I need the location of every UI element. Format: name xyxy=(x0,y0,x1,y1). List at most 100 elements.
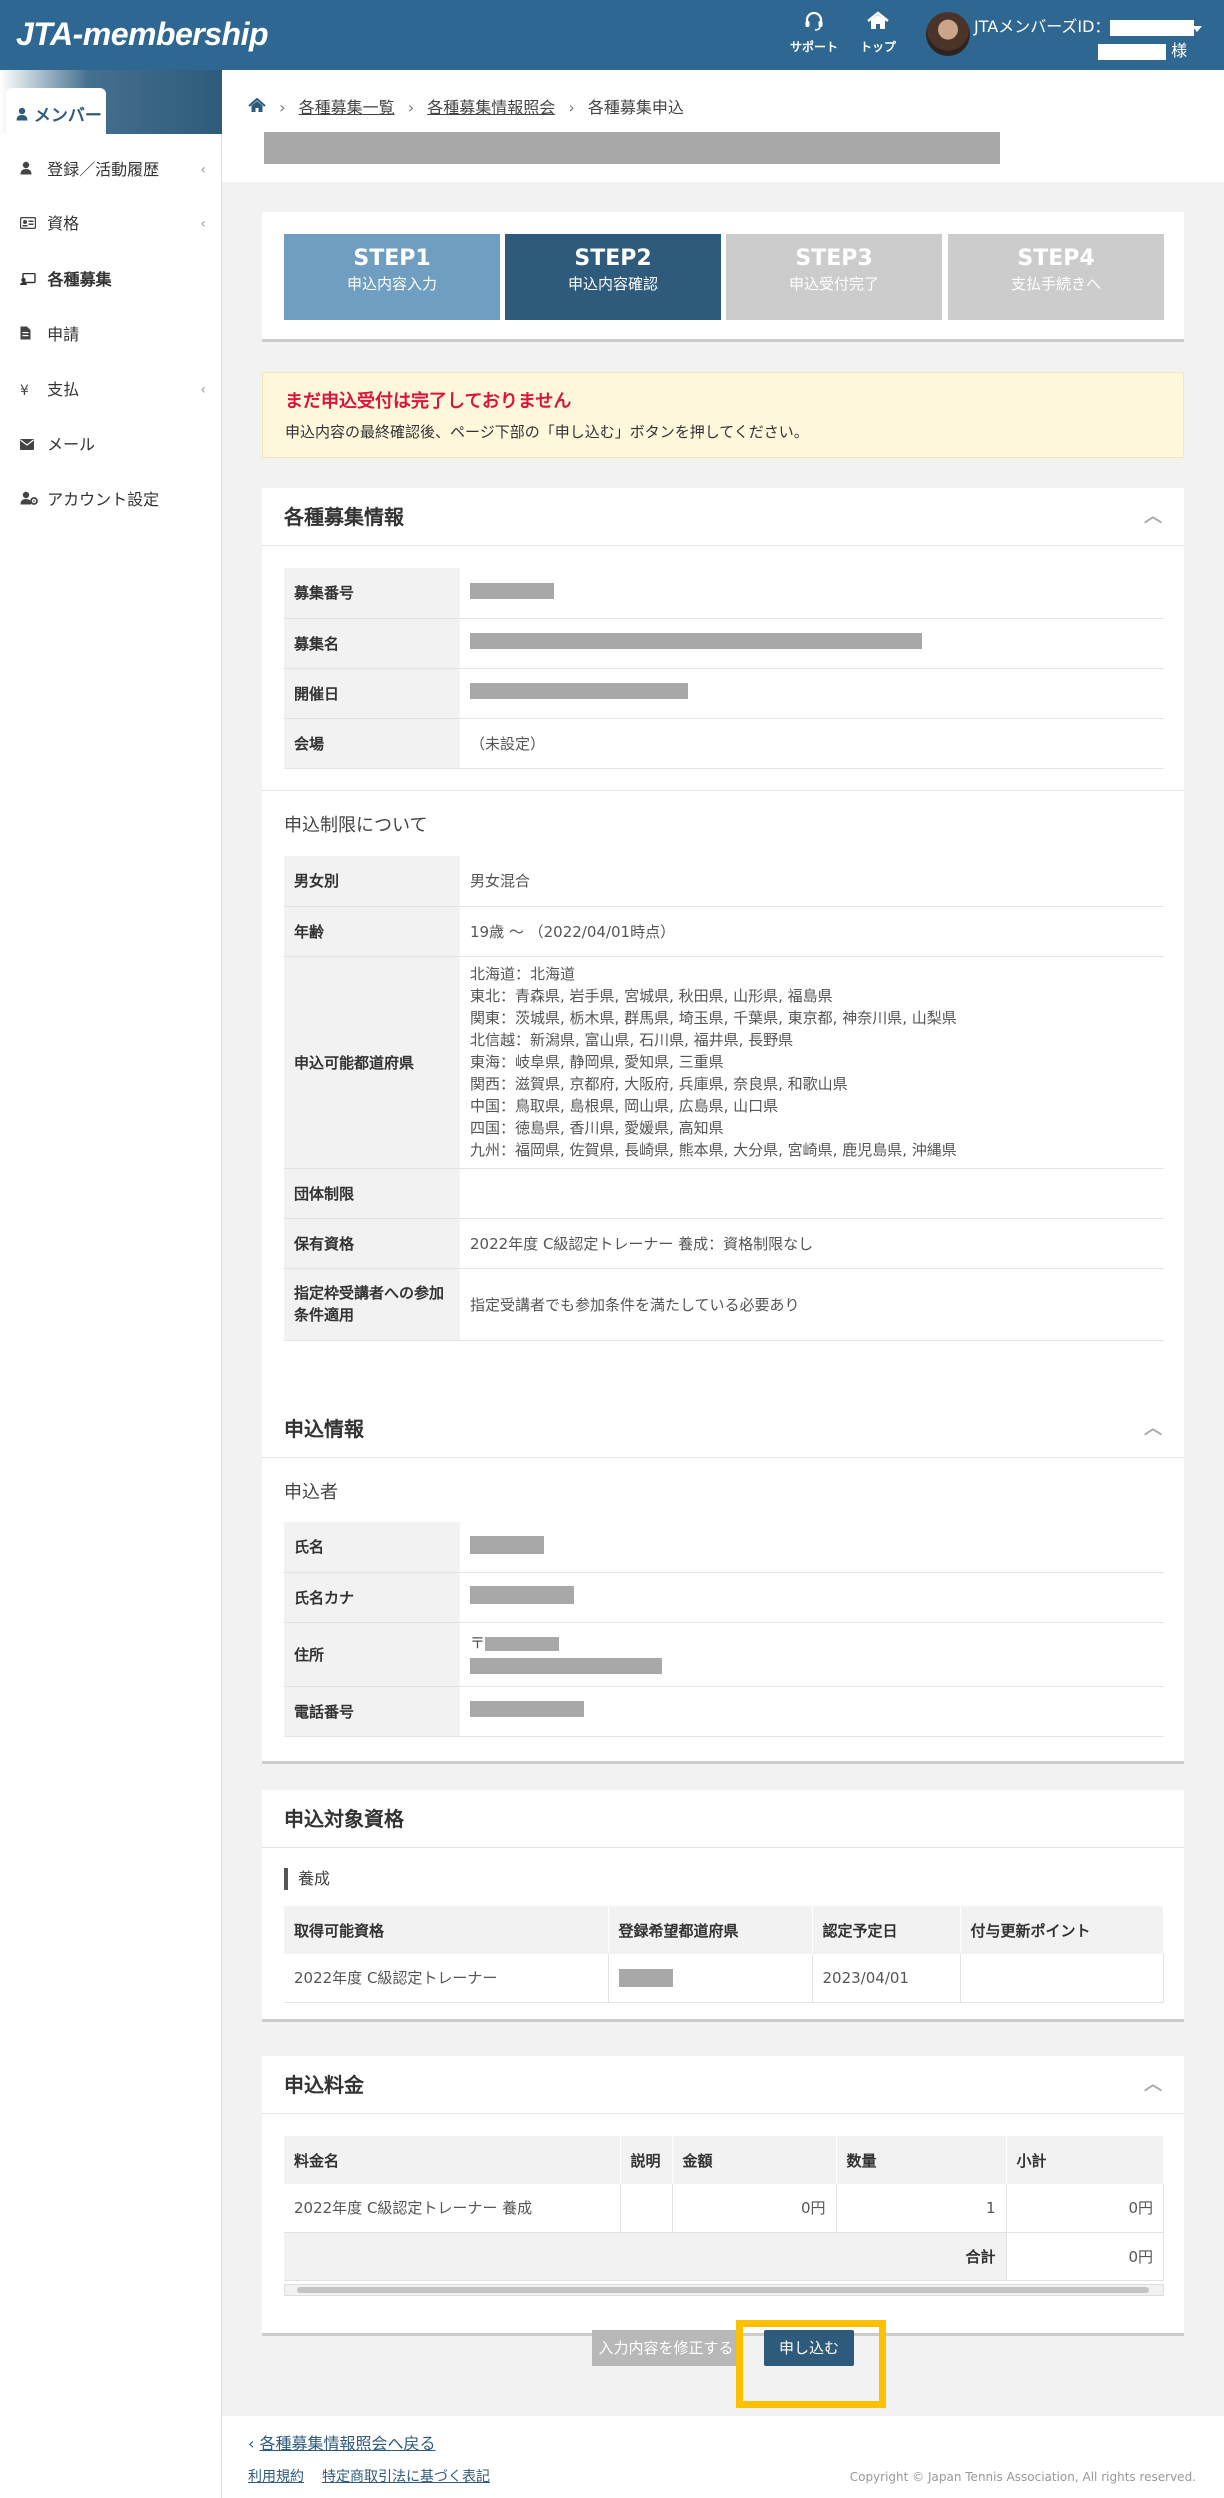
sidebar-item-label: 各種募集 xyxy=(47,270,112,289)
row-label: 申込可能都道府県 xyxy=(284,956,460,1169)
cell-prefecture xyxy=(608,1954,813,2003)
horizontal-scrollbar[interactable] xyxy=(284,2284,1164,2296)
column-header: 説明 xyxy=(620,2136,673,2184)
row-label: 団体制限 xyxy=(284,1168,460,1219)
table-row: 氏名カナ xyxy=(284,1572,1164,1623)
home-icon[interactable] xyxy=(248,97,266,117)
table-row: 年齢 19歳 ～ （2022/04/01時点） xyxy=(284,906,1164,957)
applicant-table: 氏名 氏名カナ 住所 〒 電話番号 xyxy=(284,1522,1164,1737)
cell-date: 2023/04/01 xyxy=(812,1954,961,2003)
column-header: 数量 xyxy=(836,2136,1007,2184)
envelope-icon xyxy=(20,426,42,466)
row-label: 募集名 xyxy=(284,618,460,669)
sidebar-item-payment[interactable]: ¥ 支払 ‹ xyxy=(0,370,222,410)
sidebar-item-label: メール xyxy=(47,435,96,454)
top-button[interactable]: トップ xyxy=(846,10,910,55)
member-id-redacted xyxy=(1110,19,1195,36)
table-row: 男女別 男女混合 xyxy=(284,856,1164,907)
honorific: 様 xyxy=(1171,41,1188,60)
chevron-up-icon[interactable]: ︿ xyxy=(1144,488,1162,546)
headset-icon xyxy=(782,10,846,38)
page-title-redacted xyxy=(264,132,1000,164)
member-id: JTAメンバーズID： xyxy=(974,13,1195,37)
table-row: 住所 〒 xyxy=(284,1622,1164,1687)
postal-line: 〒 xyxy=(470,1632,1154,1654)
sidebar-item-label: 支払 xyxy=(47,380,80,399)
table-header-row: 取得可能資格 登録希望都道府県 認定予定日 付与更新ポイント xyxy=(284,1906,1164,1954)
fee-table: 料金名 説明 金額 数量 小計 2022年度 C級認定トレーナー 養成 0円 1… xyxy=(284,2136,1164,2281)
row-value: 2022年度 C級認定トレーナー 養成：資格制限なし xyxy=(460,1218,1164,1269)
row-label: 住所 xyxy=(284,1622,460,1687)
row-label: 電話番号 xyxy=(284,1686,460,1737)
prefecture-list: 北海道：北海道 東北：青森県, 岩手県, 宮城県, 秋田県, 山形県, 福島県 … xyxy=(460,956,1164,1169)
sidebar-item-application[interactable]: 申請 xyxy=(0,315,222,355)
chevron-left-icon: ‹ xyxy=(248,2434,260,2453)
row-label: 開催日 xyxy=(284,668,460,719)
row-label: 氏名 xyxy=(284,1522,460,1573)
redacted-value xyxy=(470,683,688,699)
terms-link[interactable]: 利用規約 xyxy=(248,2466,304,2486)
step-subtitle: 支払手続きへ xyxy=(1010,275,1101,293)
cell-amount: 0円 xyxy=(672,2184,837,2233)
row-value xyxy=(460,1522,1164,1573)
row-value xyxy=(460,618,1164,669)
table-row: 会場 （未設定） xyxy=(284,718,1164,769)
table-row: 氏名 xyxy=(284,1522,1164,1573)
row-label: 男女別 xyxy=(284,856,460,907)
step-1: STEP1 申込内容入力 xyxy=(284,234,500,320)
sidebar-item-mail[interactable]: メール xyxy=(0,425,222,465)
breadcrumb-separator: › xyxy=(568,98,575,117)
breadcrumb-recruit-info[interactable]: 各種募集情報照会 xyxy=(427,98,555,117)
breadcrumb: › 各種募集一覧 › 各種募集情報照会 › 各種募集申込 xyxy=(248,94,684,118)
limits-table: 男女別 男女混合 年齢 19歳 ～ （2022/04/01時点） 申込可能都道府… xyxy=(284,856,1164,1341)
user-icon xyxy=(16,106,34,126)
copyright: Copyright © Japan Tennis Association, Al… xyxy=(849,2470,1196,2484)
column-header: 認定予定日 xyxy=(812,1906,961,1954)
redacted-value xyxy=(470,1586,574,1604)
chevron-left-icon: ‹ xyxy=(200,216,206,232)
table-row: 開催日 xyxy=(284,668,1164,719)
column-header: 付与更新ポイント xyxy=(960,1906,1164,1954)
row-value xyxy=(460,1168,1164,1219)
row-value: （未設定） xyxy=(460,718,1164,769)
chevron-up-icon[interactable]: ︿ xyxy=(1144,2056,1162,2114)
target-qualification-card: 申込対象資格 養成 取得可能資格 登録希望都道府県 認定予定日 付与更新ポイント… xyxy=(262,1790,1184,2022)
prefecture-line: 東海：岐阜県, 静岡県, 愛知県, 三重県 xyxy=(470,1053,724,1071)
account-dropdown-icon[interactable] xyxy=(1192,26,1202,32)
warning-alert: まだ申込受付は完了しておりません 申込内容の最終確認後、ページ下部の「申し込む」… xyxy=(262,372,1184,458)
row-label: 氏名カナ xyxy=(284,1572,460,1623)
table-row: 募集名 xyxy=(284,618,1164,669)
chevron-up-icon[interactable]: ︿ xyxy=(1144,1400,1162,1458)
target-table: 取得可能資格 登録希望都道府県 認定予定日 付与更新ポイント 2022年度 C級… xyxy=(284,1906,1164,2003)
sidebar-item-history[interactable]: 登録／活動履歴 ‹ xyxy=(0,150,222,190)
total-row: 合計 0円 xyxy=(284,2232,1164,2281)
card-title: 申込対象資格 xyxy=(284,1807,404,1831)
avatar[interactable] xyxy=(926,12,970,56)
prefecture-line: 東北：青森県, 岩手県, 宮城県, 秋田県, 山形県, 福島県 xyxy=(470,987,833,1005)
support-button[interactable]: サポート xyxy=(782,10,846,55)
table-row: 指定枠受講者への参加条件適用 指定受講者でも参加条件を満たしている必要あり xyxy=(284,1268,1164,1341)
recruit-info-card: 各種募集情報 ︿ 募集番号 募集名 開催日 会場 （未設定） 申込制限について xyxy=(262,488,1184,1440)
edit-input-button[interactable]: 入力内容を修正する xyxy=(592,2330,740,2366)
commerce-law-link[interactable]: 特定商取引法に基づく表記 xyxy=(322,2466,490,2486)
limits-heading: 申込制限について xyxy=(284,815,428,836)
tab-member[interactable]: メンバー xyxy=(6,88,106,134)
card-title: 申込料金 xyxy=(284,2073,364,2097)
table-row: 2022年度 C級認定トレーナー 養成 0円 1 0円 xyxy=(284,2184,1164,2233)
row-label: 指定枠受講者への参加条件適用 xyxy=(284,1268,460,1341)
cell-points xyxy=(960,1954,1164,2003)
app-logo[interactable]: JTA-membership xyxy=(16,16,269,53)
document-icon xyxy=(20,316,42,356)
breadcrumb-recruit-list[interactable]: 各種募集一覧 xyxy=(299,98,395,117)
back-link-label: 各種募集情報照会へ戻る xyxy=(259,2434,436,2453)
sidebar-item-qualification[interactable]: 資格 ‹ xyxy=(0,204,222,244)
sidebar-item-recruit[interactable]: 各種募集 xyxy=(0,260,222,300)
step-indicator: STEP1 申込内容入力 STEP2 申込内容確認 STEP3 申込受付完了 S… xyxy=(284,234,1164,320)
scrollbar-thumb[interactable] xyxy=(297,2287,1149,2293)
back-link[interactable]: ‹ 各種募集情報照会へ戻る xyxy=(248,2430,436,2454)
sidebar-tabbar: メンバー xyxy=(0,70,222,134)
total-value: 0円 xyxy=(1006,2232,1164,2281)
card-header: 申込対象資格 xyxy=(262,1790,1184,1848)
sidebar-item-account-settings[interactable]: アカウント設定 xyxy=(0,480,222,520)
page-heading-area: › 各種募集一覧 › 各種募集情報照会 › 各種募集申込 xyxy=(222,70,1224,182)
